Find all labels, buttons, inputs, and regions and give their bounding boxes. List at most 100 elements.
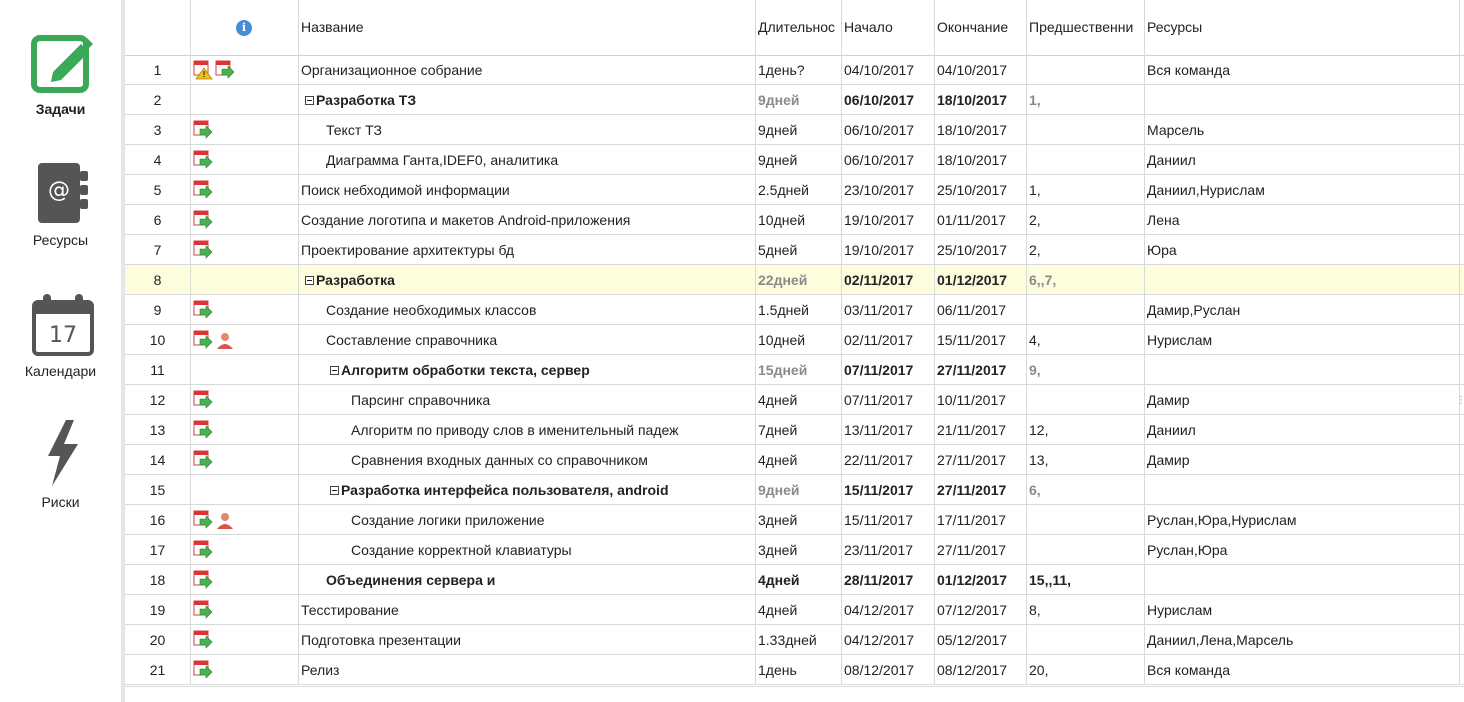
column-header-indicators[interactable]: i	[191, 0, 299, 55]
task-end[interactable]: 18/10/2017	[935, 85, 1027, 115]
sidebar-item-risks[interactable]: Риски	[0, 410, 121, 520]
task-name[interactable]: Алгоритм по приводу слов в именительный …	[299, 415, 756, 445]
task-end[interactable]: 27/11/2017	[935, 445, 1027, 475]
task-duration[interactable]: 9дней	[756, 145, 842, 175]
task-start[interactable]: 19/10/2017	[842, 235, 935, 265]
row-number[interactable]: 18	[125, 565, 191, 595]
task-resources[interactable]: Руслан,Юра,Нурислам	[1145, 505, 1460, 535]
task-name[interactable]: Сравнения входных данных со справочником	[299, 445, 756, 475]
task-start[interactable]: 04/12/2017	[842, 595, 935, 625]
row-number[interactable]: 14	[125, 445, 191, 475]
task-name[interactable]: Создание корректной клавиатуры	[299, 535, 756, 565]
row-number[interactable]: 21	[125, 655, 191, 685]
column-header-predecessors[interactable]: Предшественни	[1027, 0, 1145, 55]
task-start[interactable]: 02/11/2017	[842, 325, 935, 355]
task-duration[interactable]: 2.5дней	[756, 175, 842, 205]
task-duration[interactable]: 15дней	[756, 355, 842, 385]
task-name[interactable]: Создание необходимых классов	[299, 295, 756, 325]
task-duration[interactable]: 4дней	[756, 595, 842, 625]
task-duration[interactable]: 9дней	[756, 85, 842, 115]
task-duration[interactable]: 3дней	[756, 505, 842, 535]
task-predecessors[interactable]: 1,	[1027, 175, 1145, 205]
task-predecessors[interactable]	[1027, 115, 1145, 145]
table-row[interactable]: 12 Парсинг справочника 4дней 07/11/2017 10/1…	[125, 385, 1464, 415]
task-duration[interactable]: 10дней	[756, 205, 842, 235]
table-row[interactable]: 1 Организационное собрание 1день? 04/10/201…	[125, 55, 1464, 85]
task-resources[interactable]: Лена	[1145, 205, 1460, 235]
table-row[interactable]: 2 Разработка ТЗ 9дней 06/10/2017 18/10/2017 1…	[125, 85, 1464, 115]
task-end[interactable]: 27/11/2017	[935, 475, 1027, 505]
task-name[interactable]: Создание логотипа и макетов Android-прил…	[299, 205, 756, 235]
task-duration[interactable]: 1день?	[756, 55, 842, 85]
collapse-toggle-icon[interactable]	[305, 275, 314, 285]
task-resources[interactable]: Нурислам	[1145, 595, 1460, 625]
table-row[interactable]: 4 Диаграмма Ганта,IDEF0, аналитика 9дней 06…	[125, 145, 1464, 175]
task-resources[interactable]: Марсель	[1145, 115, 1460, 145]
table-row[interactable]: 17 Создание корректной клавиатуры 3дней 23/…	[125, 535, 1464, 565]
task-end[interactable]: 05/12/2017	[935, 625, 1027, 655]
task-start[interactable]: 03/11/2017	[842, 295, 935, 325]
table-row[interactable]: 3 Текст ТЗ 9дней 06/10/2017 18/10/2017 Марсел…	[125, 115, 1464, 145]
task-name[interactable]: Релиз	[299, 655, 756, 685]
task-predecessors[interactable]: 2,	[1027, 235, 1145, 265]
task-predecessors[interactable]: 4,	[1027, 325, 1145, 355]
task-resources[interactable]	[1145, 355, 1460, 385]
table-row[interactable]: 14 Сравнения входных данных со справочник…	[125, 445, 1464, 475]
sidebar-item-resources[interactable]: @ Ресурсы	[0, 150, 121, 260]
task-resources[interactable]: Даниил,Лена,Марсель	[1145, 625, 1460, 655]
task-predecessors[interactable]: 12,	[1027, 415, 1145, 445]
task-start[interactable]: 22/11/2017	[842, 445, 935, 475]
task-predecessors[interactable]: 6,	[1027, 475, 1145, 505]
column-header-duration[interactable]: Длительнос	[756, 0, 842, 55]
table-row[interactable]: 20 Подготовка презентации 1.33дней 04/12/20…	[125, 625, 1464, 655]
task-end[interactable]: 21/11/2017	[935, 415, 1027, 445]
task-start[interactable]: 02/11/2017	[842, 265, 935, 295]
row-number[interactable]: 9	[125, 295, 191, 325]
sidebar-item-tasks[interactable]: Задачи	[0, 0, 121, 130]
row-number[interactable]: 19	[125, 595, 191, 625]
task-predecessors[interactable]: 1,	[1027, 85, 1145, 115]
task-predecessors[interactable]: 6,,7,	[1027, 265, 1145, 295]
row-number[interactable]: 4	[125, 145, 191, 175]
table-row[interactable]: 11 Алгоритм обработки текста, сервер 15дне…	[125, 355, 1464, 385]
task-predecessors[interactable]	[1027, 145, 1145, 175]
table-row[interactable]: 19 Тесстирование 4дней 04/12/2017 07/12/2017…	[125, 595, 1464, 625]
task-start[interactable]: 08/12/2017	[842, 655, 935, 685]
table-row[interactable]: 6 Создание логотипа и макетов Android-при…	[125, 205, 1464, 235]
task-resources[interactable]	[1145, 265, 1460, 295]
task-predecessors[interactable]: 20,	[1027, 655, 1145, 685]
resize-handle[interactable]: ⋮	[1456, 395, 1464, 409]
task-resources[interactable]: Вся команда	[1145, 655, 1460, 685]
task-duration[interactable]: 1.5дней	[756, 295, 842, 325]
task-end[interactable]: 01/12/2017	[935, 265, 1027, 295]
task-end[interactable]: 17/11/2017	[935, 505, 1027, 535]
task-resources[interactable]: Дамир,Руслан	[1145, 295, 1460, 325]
task-end[interactable]: 10/11/2017	[935, 385, 1027, 415]
table-row[interactable]: 21 Релиз 1день 08/12/2017 08/12/2017 20, Вся к…	[125, 655, 1464, 685]
task-resources[interactable]: Дамир	[1145, 385, 1460, 415]
task-start[interactable]: 06/10/2017	[842, 145, 935, 175]
row-number[interactable]: 8	[125, 265, 191, 295]
task-predecessors[interactable]: 8,	[1027, 595, 1145, 625]
row-number[interactable]: 3	[125, 115, 191, 145]
task-start[interactable]: 13/11/2017	[842, 415, 935, 445]
task-resources[interactable]	[1145, 565, 1460, 595]
row-number[interactable]: 1	[125, 55, 191, 85]
task-end[interactable]: 18/10/2017	[935, 145, 1027, 175]
task-predecessors[interactable]	[1027, 535, 1145, 565]
task-name[interactable]: Составление справочника	[299, 325, 756, 355]
row-number[interactable]: 11	[125, 355, 191, 385]
task-resources[interactable]: Даниил	[1145, 145, 1460, 175]
row-number[interactable]: 10	[125, 325, 191, 355]
task-duration[interactable]: 4дней	[756, 385, 842, 415]
task-duration[interactable]: 4дней	[756, 565, 842, 595]
task-resources[interactable]: Даниил,Нурислам	[1145, 175, 1460, 205]
task-end[interactable]: 04/10/2017	[935, 55, 1027, 85]
task-name[interactable]: Разработка интерфейса пользователя, andr…	[299, 475, 756, 505]
task-start[interactable]: 23/10/2017	[842, 175, 935, 205]
task-resources[interactable]: Даниил	[1145, 415, 1460, 445]
task-predecessors[interactable]: 13,	[1027, 445, 1145, 475]
row-number[interactable]: 6	[125, 205, 191, 235]
task-name[interactable]: Тесстирование	[299, 595, 756, 625]
row-number[interactable]: 13	[125, 415, 191, 445]
